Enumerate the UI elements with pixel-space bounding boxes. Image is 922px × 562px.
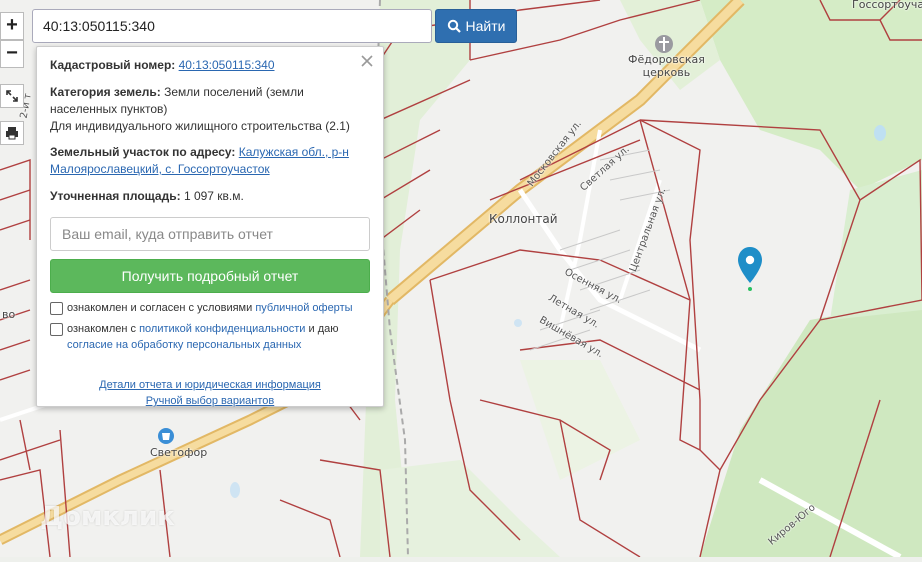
gossortouch-label: Госсортоуча xyxy=(852,0,922,11)
svetofor-label: Светофор xyxy=(150,446,208,459)
address-label: Земельный участок по адресу: xyxy=(50,145,236,159)
watermark: Домклик xyxy=(40,502,175,532)
category-label: Категория земель: xyxy=(50,85,161,99)
area-label: Уточненная площадь: xyxy=(50,189,181,203)
search-button[interactable]: Найти xyxy=(435,9,517,43)
area-value: 1 097 кв.м. xyxy=(183,189,244,203)
church-label: Фёдоровская церковь xyxy=(628,53,705,79)
vo-label: во xyxy=(2,308,16,321)
fullscreen-button[interactable] xyxy=(0,84,24,108)
offer-consent-row: ознакомлен и согласен с условиями публич… xyxy=(50,300,370,316)
privacy-consent-text: ознакомлен с xyxy=(67,323,137,335)
offer-consent-text: ознакомлен и согласен с условиями xyxy=(67,302,253,314)
close-icon[interactable] xyxy=(360,54,374,68)
privacy-consent-row: ознакомлен с политикой конфиденциальност… xyxy=(50,321,370,353)
zoom-out-button[interactable]: − xyxy=(0,40,24,68)
usage-value: Для индивидуального жилищного строительс… xyxy=(50,119,350,133)
print-icon xyxy=(6,127,18,140)
popup-footer-links: Детали отчета и юридическая информация Р… xyxy=(50,377,370,409)
zoom-in-button[interactable]: + xyxy=(0,12,24,40)
cadastral-row: Кадастровый номер: 40:13:050115:340 xyxy=(50,57,370,74)
privacy-consent-middle: и даю xyxy=(308,323,339,335)
email-field[interactable] xyxy=(50,217,370,251)
cadastral-label: Кадастровый номер: xyxy=(50,58,176,72)
parcel-info-popup: Кадастровый номер: 40:13:050115:340 Кате… xyxy=(36,46,384,407)
privacy-consent-checkbox[interactable] xyxy=(50,323,63,336)
expand-icon xyxy=(6,90,18,102)
manual-selection-link[interactable]: Ручной выбор вариантов xyxy=(146,395,274,407)
offer-consent-checkbox[interactable] xyxy=(50,302,63,315)
cadastral-search-input[interactable] xyxy=(32,9,432,43)
privacy-policy-link[interactable]: политикой конфиденциальности xyxy=(139,323,305,335)
address-row: Земельный участок по адресу: Калужская о… xyxy=(50,144,370,178)
search-button-label: Найти xyxy=(465,18,506,34)
area-row: Уточненная площадь: 1 097 кв.м. xyxy=(50,188,370,205)
cadastral-number-link[interactable]: 40:13:050115:340 xyxy=(179,58,275,72)
search-icon xyxy=(447,19,461,33)
personal-data-consent-link[interactable]: согласие на обработку персональных данны… xyxy=(67,339,301,351)
details-link[interactable]: Детали отчета и юридическая информация xyxy=(99,379,321,391)
public-offer-link[interactable]: публичной оферты xyxy=(255,302,352,314)
get-report-button[interactable]: Получить подробный отчет xyxy=(50,259,370,293)
kollontai-label: Коллонтай xyxy=(489,212,558,226)
category-row: Категория земель: Земли поселений (земли… xyxy=(50,84,370,135)
print-button[interactable] xyxy=(0,121,24,145)
